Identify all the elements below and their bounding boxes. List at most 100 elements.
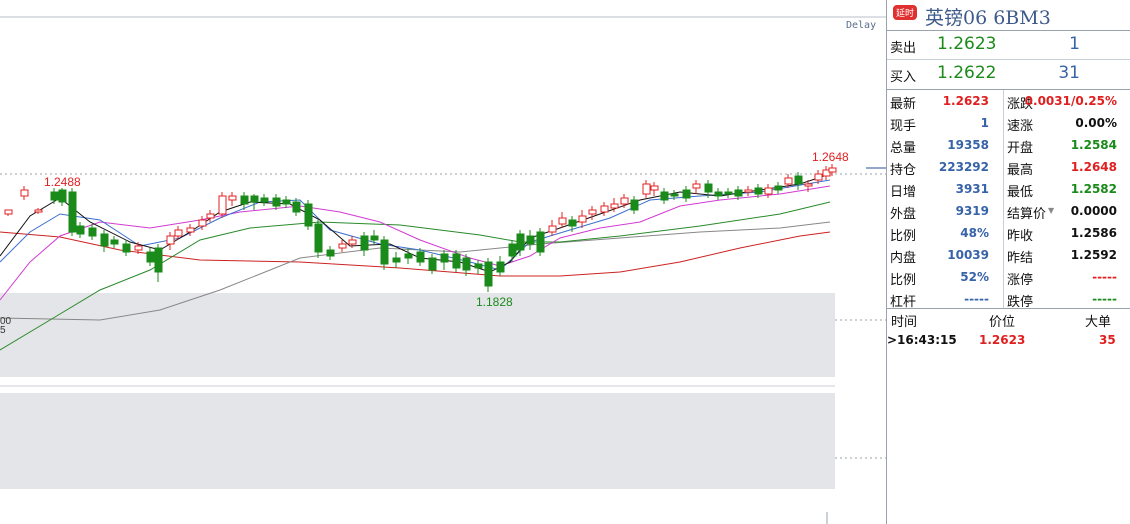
candle-body [784,177,793,185]
candle-body [50,191,59,201]
candle-body [76,225,85,235]
candle-body [20,189,29,197]
candle-body [630,199,639,211]
candle-body [714,191,723,197]
sell-price: 1.2623 [937,34,997,54]
stat-value: 1.2648 [1070,160,1117,174]
candle-body [134,245,143,251]
stat-label: 现手 [890,119,917,134]
ma120-line [0,231,831,277]
buy-volume: 31 [1058,63,1080,83]
stat-value: 9319 [955,204,989,218]
candle-body [240,195,249,205]
candle-body [704,183,713,193]
buy-label: 买入 [890,70,917,85]
stat-label: 昨结 [1007,251,1034,266]
stat-label: 结算价 [1007,207,1047,222]
indicator-panel [0,393,835,489]
chart-left-high-label: 1.2488 [44,175,81,189]
instrument-title[interactable]: 英镑06 6BM3 [925,3,1051,30]
stat-row-left: 总量 19358 [887,134,1003,156]
sell-volume: 1 [1069,34,1080,54]
stat-label: 最新 [890,97,917,112]
stat-row-left: 最新 1.2623 [887,90,1003,112]
candle-body [516,233,525,251]
candle-body [260,197,269,203]
dropdown-arrow-icon[interactable]: ▼ [1048,206,1054,215]
buy-price: 1.2622 [937,63,997,83]
stat-value: ----- [1092,270,1117,284]
stat-row-right: 涨跌 0.0031/0.25% [1004,90,1130,112]
ticks-list[interactable]: >16:43:15 1.2623 35 [887,331,1130,351]
stat-label: 昨收 [1007,229,1034,244]
axis-fragment-label: 5 [0,325,6,336]
stat-row-right: 跌停 ----- [1004,288,1130,310]
stat-value: 1 [980,116,989,130]
candle-body [754,187,763,195]
tick-time: >16:43:15 [887,333,957,347]
candle-body [154,247,163,273]
candle-body [610,203,619,209]
tick-row[interactable]: >16:43:15 1.2623 35 [887,331,1130,351]
stat-value: ----- [964,292,989,306]
stat-row-right: 速涨 0.00% [1004,112,1130,134]
candle-body [620,197,629,205]
stat-label: 持仓 [890,163,917,178]
candle-body [828,167,837,173]
candle-body [88,227,97,237]
delay-badge: 延时 [893,5,918,20]
stat-value: 0.0031/0.25% [1024,94,1117,108]
candle-body [600,205,609,213]
candle-body [272,197,281,207]
ma20-line [0,185,831,301]
volume-panel [0,293,835,377]
instrument-header: 延时 英镑06 6BM3 [887,0,1130,31]
candle-body [348,239,357,245]
candle-body [360,235,369,251]
candle-body [578,215,587,223]
stat-label: 最高 [1007,163,1034,178]
candle-body [198,219,207,227]
stat-label: 外盘 [890,207,917,222]
ticks-header: 时间 价位 大单 [887,309,1130,331]
stat-value: 0.00% [1075,116,1117,130]
quote-panel: 延时 英镑06 6BM3 卖出 1.2623 1 买入 1.2622 31 最新… [886,0,1130,524]
candle-body [100,233,109,247]
stat-label: 日增 [890,185,917,200]
candle-body [218,195,227,215]
candle-body [68,191,77,233]
stat-row-left: 杠杆 ----- [887,288,1003,310]
kline-svg[interactable]: 1.26481.24881.1828005 [0,0,886,524]
candle-body [282,199,291,205]
candle-body [484,261,493,287]
stat-row-left: 外盘 9319 [887,200,1003,222]
stat-value: 1.2592 [1070,248,1117,262]
chart-low-price-label: 1.1828 [476,295,513,309]
stat-row-left: 内盘 10039 [887,244,1003,266]
stat-value: 0.0000 [1070,204,1117,218]
stat-label: 总量 [890,141,917,156]
candle-body [370,235,379,241]
candle-body [338,243,347,249]
candle-body [474,263,483,269]
ticks-header-time: 时间 [891,315,918,330]
candle-body [452,253,461,269]
kline-chart[interactable]: 1.2648 1.2488 1.1828 00 5 Delay [0,0,886,524]
stat-row-right: 最高 1.2648 [1004,156,1130,178]
candle-body [186,227,195,233]
stat-label: 最低 [1007,185,1034,200]
stat-row-right: 最低 1.2582 [1004,178,1130,200]
candle-body [724,191,733,195]
stat-row-right: 昨收 1.2586 [1004,222,1130,244]
candle-body [660,191,669,201]
stat-row-left: 比例 52% [887,266,1003,288]
candle-body [462,257,471,271]
candle-body [58,189,67,203]
candle-body [536,231,545,253]
candle-body [548,225,557,233]
stat-value: ----- [1092,292,1117,306]
stat-value: 52% [960,270,989,284]
candle-body [206,213,215,219]
candle-body [292,201,301,213]
stat-label: 开盘 [1007,141,1034,156]
